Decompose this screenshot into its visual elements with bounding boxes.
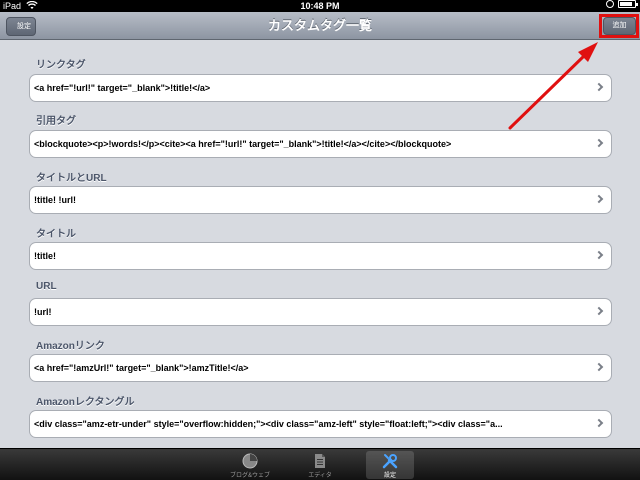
chevron-right-icon	[594, 82, 604, 92]
section-label-title: タイトル	[36, 229, 76, 240]
tab-label: エディタ	[308, 473, 332, 479]
list-item[interactable]: <a href="!url!" target="_blank">!title!<…	[29, 74, 612, 102]
section-label-amazon-rectangle: Amazonレクタングル	[36, 397, 135, 408]
battery-icon	[618, 0, 638, 8]
page-title: カスタムタグ一覧	[267, 18, 372, 33]
tab-bar: ブログ&ウェブ エディタ 設定	[0, 448, 640, 480]
custom-tag-list: リンクタグ <a href="!url!" target="_blank">!t…	[0, 41, 640, 448]
status-time: 10:48 PM	[300, 1, 340, 11]
tab-settings[interactable]: 設定	[366, 451, 414, 479]
list-item[interactable]: <div class="amz-etr-under" style="overfl…	[29, 410, 612, 438]
cell-value: <a href="!url!" target="_blank">!title!<…	[34, 83, 211, 93]
rotation-lock-icon	[606, 0, 614, 8]
chevron-right-icon	[594, 418, 604, 428]
cell-value: !title!	[34, 251, 56, 261]
cell-value: <blockquote><p>!words!</p><cite><a href=…	[34, 139, 452, 149]
list-item[interactable]: !title!	[29, 242, 612, 270]
list-item[interactable]: <a href="!amzUrl!" target="_blank">!amzT…	[29, 354, 612, 382]
section-label-title-url: タイトルとURL	[36, 173, 107, 184]
chevron-right-icon	[594, 362, 604, 372]
cell-value: !title! !url!	[34, 195, 76, 205]
tab-label: 設定	[383, 473, 396, 479]
chevron-right-icon	[594, 138, 604, 148]
cell-value: <a href="!amzUrl!" target="_blank">!amzT…	[34, 363, 249, 373]
section-label-quote-tag: 引用タグ	[36, 116, 76, 127]
status-bar: iPad 10:48 PM	[0, 0, 640, 12]
tab-editor[interactable]: エディタ	[296, 451, 344, 479]
list-item[interactable]: !title! !url!	[29, 186, 612, 214]
document-icon	[312, 453, 328, 469]
chevron-right-icon	[594, 194, 604, 204]
chevron-right-icon	[594, 250, 604, 260]
section-label-amazon-link: Amazonリンク	[36, 341, 105, 352]
highlight-box	[599, 14, 639, 38]
chevron-right-icon	[594, 306, 604, 316]
cell-value: <div class="amz-etr-under" style="overfl…	[34, 419, 503, 429]
tab-blog-web[interactable]: ブログ&ウェブ	[226, 451, 274, 479]
cell-value: !url!	[34, 307, 52, 317]
section-label-url: URL	[36, 281, 57, 292]
list-item[interactable]: !url!	[29, 298, 612, 326]
navigation-bar: カスタムタグ一覧 設定	[0, 12, 640, 40]
tools-icon	[382, 453, 398, 469]
back-button[interactable]: 設定	[6, 17, 36, 36]
tab-label: ブログ&ウェブ	[229, 473, 270, 479]
blog-web-icon	[242, 453, 258, 469]
section-label-link-tag: リンクタグ	[36, 60, 86, 71]
list-item[interactable]: <blockquote><p>!words!</p><cite><a href=…	[29, 130, 612, 158]
